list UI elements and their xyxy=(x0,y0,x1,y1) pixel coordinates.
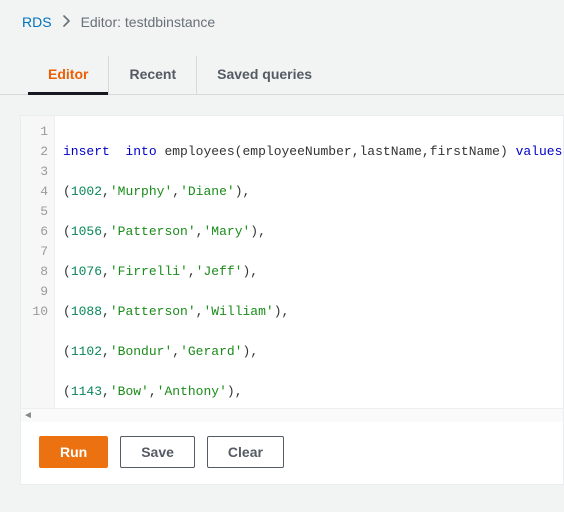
line-number-gutter: 1 2 3 4 5 6 7 8 9 10 xyxy=(21,116,55,408)
chevron-right-icon xyxy=(62,14,71,30)
line-number: 1 xyxy=(21,122,48,142)
line-number: 9 xyxy=(21,282,48,302)
tabs: Editor Recent Saved queries xyxy=(0,38,564,95)
clear-button[interactable]: Clear xyxy=(207,436,284,468)
code-content[interactable]: insert into employees(employeeNumber,las… xyxy=(55,116,563,408)
run-button[interactable]: Run xyxy=(39,436,108,468)
tab-recent[interactable]: Recent xyxy=(109,56,197,94)
breadcrumb-current: Editor: testdbinstance xyxy=(81,14,216,30)
tab-saved-queries[interactable]: Saved queries xyxy=(197,56,332,94)
line-number: 8 xyxy=(21,262,48,282)
editor-actions: Run Save Clear xyxy=(21,422,563,484)
tab-editor[interactable]: Editor xyxy=(28,56,109,94)
line-number: 3 xyxy=(21,162,48,182)
line-number: 5 xyxy=(21,202,48,222)
line-number: 2 xyxy=(21,142,48,162)
line-number: 6 xyxy=(21,222,48,242)
save-button[interactable]: Save xyxy=(120,436,195,468)
breadcrumb-root-link[interactable]: RDS xyxy=(22,14,52,30)
breadcrumb: RDS Editor: testdbinstance xyxy=(0,0,564,38)
horizontal-scrollbar[interactable]: ◄ xyxy=(21,408,563,422)
sql-editor: 1 2 3 4 5 6 7 8 9 10 insert into employe… xyxy=(20,115,564,485)
line-number: 4 xyxy=(21,182,48,202)
scroll-left-icon[interactable]: ◄ xyxy=(23,410,33,421)
line-number: 10 xyxy=(21,302,48,322)
code-area[interactable]: 1 2 3 4 5 6 7 8 9 10 insert into employe… xyxy=(21,116,563,408)
line-number: 7 xyxy=(21,242,48,262)
